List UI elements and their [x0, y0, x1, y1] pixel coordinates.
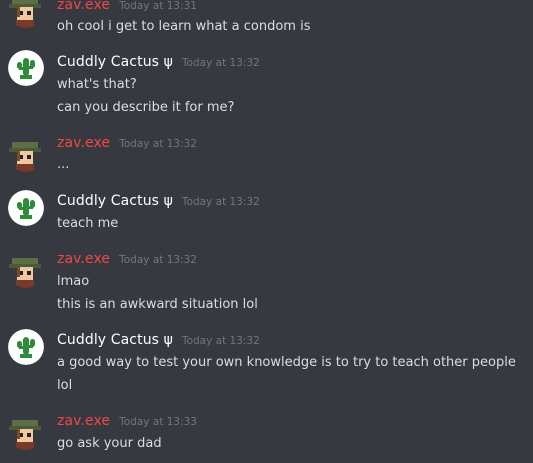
timestamp: Today at 13:32: [181, 196, 260, 208]
message-header: zav.exe Today at 13:33: [57, 413, 197, 429]
message-group: Cuddly Cactus ψ Today at 13:32 teach me: [0, 190, 533, 235]
message-group: zav.exe Today at 13:33 go ask your dad: [0, 413, 533, 463]
message-group: Cuddly Cactus ψ Today at 13:32 what's th…: [0, 50, 533, 120]
message-text: what's that?: [57, 77, 137, 92]
message-text: ...: [57, 157, 70, 172]
author-name[interactable]: Cuddly Cactus ψ: [57, 193, 173, 209]
message-group: Cuddly Cactus ψ Today at 13:32 a good wa…: [0, 329, 533, 399]
cactus-avatar-icon[interactable]: [8, 50, 44, 86]
timestamp: Today at 13:32: [181, 57, 260, 69]
message-text: teach me: [57, 216, 119, 231]
message-text: can you describe it for me?: [57, 100, 235, 115]
message-group: zav.exe Today at 13:32 lmao this is an a…: [0, 251, 533, 316]
timestamp: Today at 13:32: [119, 138, 197, 150]
cowboy-avatar-icon[interactable]: [8, 136, 44, 172]
message-text: a good way to test your own knowledge is…: [57, 355, 516, 370]
author-name[interactable]: zav.exe: [57, 0, 110, 13]
cowboy-avatar-icon[interactable]: [8, 0, 44, 28]
message-group: zav.exe Today at 13:31 oh cool i get to …: [0, 0, 533, 40]
timestamp: Today at 13:33: [119, 416, 197, 428]
timestamp: Today at 13:31: [119, 0, 197, 12]
cactus-avatar-icon[interactable]: [8, 329, 44, 365]
author-name[interactable]: zav.exe: [57, 413, 110, 429]
message-text: lmao: [57, 274, 90, 289]
author-name[interactable]: Cuddly Cactus ψ: [57, 332, 173, 348]
cactus-avatar-icon[interactable]: [8, 190, 44, 226]
message-header: zav.exe Today at 13:32: [57, 251, 197, 267]
timestamp: Today at 13:32: [181, 335, 260, 347]
cowboy-avatar-icon[interactable]: [8, 414, 44, 450]
cowboy-avatar-icon[interactable]: [8, 252, 44, 288]
message-text: oh cool i get to learn what a condom is: [57, 19, 311, 34]
message-header: Cuddly Cactus ψ Today at 13:32: [57, 332, 260, 348]
author-name[interactable]: zav.exe: [57, 135, 110, 151]
message-header: zav.exe Today at 13:32: [57, 135, 197, 151]
message-header: Cuddly Cactus ψ Today at 13:32: [57, 193, 260, 209]
message-header: Cuddly Cactus ψ Today at 13:32: [57, 54, 260, 70]
message-text: this is an awkward situation lol: [57, 297, 258, 312]
chat-message-list: zav.exe Today at 13:31 oh cool i get to …: [0, 0, 533, 463]
message-text: go ask your dad: [57, 436, 162, 451]
author-name[interactable]: zav.exe: [57, 251, 110, 267]
timestamp: Today at 13:32: [119, 254, 197, 266]
message-group: zav.exe Today at 13:32 ...: [0, 135, 533, 180]
author-name[interactable]: Cuddly Cactus ψ: [57, 54, 173, 70]
message-text: lol: [57, 378, 73, 393]
message-header: zav.exe Today at 13:31: [57, 0, 197, 13]
